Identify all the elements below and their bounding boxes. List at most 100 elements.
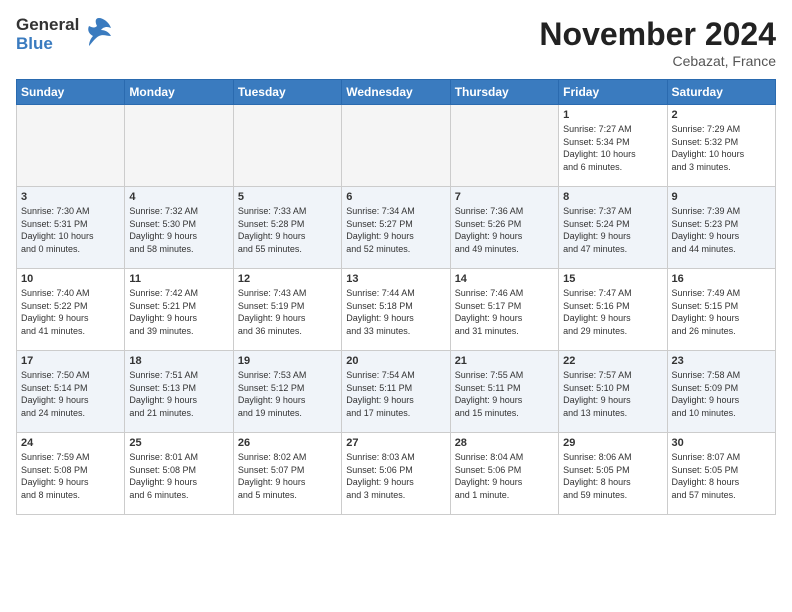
day-number: 13	[346, 273, 445, 285]
day-info: Sunrise: 7:46 AM Sunset: 5:17 PM Dayligh…	[455, 287, 554, 337]
day-number: 27	[346, 437, 445, 449]
day-info: Sunrise: 8:06 AM Sunset: 5:05 PM Dayligh…	[563, 451, 662, 501]
day-info: Sunrise: 7:49 AM Sunset: 5:15 PM Dayligh…	[672, 287, 771, 337]
calendar-cell: 14 Sunrise: 7:46 AM Sunset: 5:17 PM Dayli…	[450, 269, 558, 351]
calendar-cell: 21 Sunrise: 7:55 AM Sunset: 5:11 PM Dayli…	[450, 351, 558, 433]
day-info: Sunrise: 7:43 AM Sunset: 5:19 PM Dayligh…	[238, 287, 337, 337]
day-number: 15	[563, 273, 662, 285]
day-number: 10	[21, 273, 120, 285]
day-info: Sunrise: 8:03 AM Sunset: 5:06 PM Dayligh…	[346, 451, 445, 501]
calendar-cell: 26Sunrise: 8:02 AM Sunset: 5:07 PM Dayli…	[233, 433, 341, 515]
calendar-cell: 3 Sunrise: 7:30 AM Sunset: 5:31 PM Daylig…	[17, 187, 125, 269]
day-number: 19	[238, 355, 337, 367]
day-number: 29	[563, 437, 662, 449]
calendar-cell: 29 Sunrise: 8:06 AM Sunset: 5:05 PM Dayli…	[559, 433, 667, 515]
calendar-week-0: 1Sunrise: 7:27 AM Sunset: 5:34 PM Daylig…	[17, 105, 776, 187]
day-number: 21	[455, 355, 554, 367]
day-number: 23	[672, 355, 771, 367]
day-info: Sunrise: 7:34 AM Sunset: 5:27 PM Dayligh…	[346, 205, 445, 255]
calendar-cell: 28Sunrise: 8:04 AM Sunset: 5:06 PM Dayli…	[450, 433, 558, 515]
calendar-cell: 6 Sunrise: 7:34 AM Sunset: 5:27 PM Daylig…	[342, 187, 450, 269]
calendar-body: 1Sunrise: 7:27 AM Sunset: 5:34 PM Daylig…	[17, 105, 776, 515]
calendar-cell: 13 Sunrise: 7:44 AM Sunset: 5:18 PM Dayli…	[342, 269, 450, 351]
calendar-cell: 30Sunrise: 8:07 AM Sunset: 5:05 PM Dayli…	[667, 433, 775, 515]
logo: General Blue	[16, 16, 113, 53]
day-info: Sunrise: 7:36 AM Sunset: 5:26 PM Dayligh…	[455, 205, 554, 255]
col-wednesday: Wednesday	[342, 80, 450, 105]
day-info: Sunrise: 7:37 AM Sunset: 5:24 PM Dayligh…	[563, 205, 662, 255]
calendar-cell: 17 Sunrise: 7:50 AM Sunset: 5:14 PM Dayli…	[17, 351, 125, 433]
calendar-cell: 11Sunrise: 7:42 AM Sunset: 5:21 PM Dayli…	[125, 269, 233, 351]
day-info: Sunrise: 7:59 AM Sunset: 5:08 PM Dayligh…	[21, 451, 120, 501]
calendar-cell: 24 Sunrise: 7:59 AM Sunset: 5:08 PM Dayli…	[17, 433, 125, 515]
calendar-cell: 9Sunrise: 7:39 AM Sunset: 5:23 PM Daylig…	[667, 187, 775, 269]
calendar-cell	[233, 105, 341, 187]
calendar-table: Sunday Monday Tuesday Wednesday Thursday…	[16, 79, 776, 515]
calendar-cell	[125, 105, 233, 187]
col-saturday: Saturday	[667, 80, 775, 105]
day-info: Sunrise: 7:55 AM Sunset: 5:11 PM Dayligh…	[455, 369, 554, 419]
calendar-cell: 12 Sunrise: 7:43 AM Sunset: 5:19 PM Dayli…	[233, 269, 341, 351]
day-info: Sunrise: 7:44 AM Sunset: 5:18 PM Dayligh…	[346, 287, 445, 337]
day-info: Sunrise: 7:53 AM Sunset: 5:12 PM Dayligh…	[238, 369, 337, 419]
calendar-week-2: 10 Sunrise: 7:40 AM Sunset: 5:22 PM Dayli…	[17, 269, 776, 351]
logo-bird-icon	[85, 16, 113, 53]
calendar-cell: 7 Sunrise: 7:36 AM Sunset: 5:26 PM Daylig…	[450, 187, 558, 269]
calendar-cell: 27 Sunrise: 8:03 AM Sunset: 5:06 PM Dayli…	[342, 433, 450, 515]
day-number: 17	[21, 355, 120, 367]
day-info: Sunrise: 7:27 AM Sunset: 5:34 PM Dayligh…	[563, 123, 662, 173]
day-info: Sunrise: 7:30 AM Sunset: 5:31 PM Dayligh…	[21, 205, 120, 255]
day-number: 12	[238, 273, 337, 285]
calendar-cell: 10 Sunrise: 7:40 AM Sunset: 5:22 PM Dayli…	[17, 269, 125, 351]
calendar-cell: 4 Sunrise: 7:32 AM Sunset: 5:30 PM Daylig…	[125, 187, 233, 269]
calendar-cell: 5Sunrise: 7:33 AM Sunset: 5:28 PM Daylig…	[233, 187, 341, 269]
calendar-week-3: 17 Sunrise: 7:50 AM Sunset: 5:14 PM Dayli…	[17, 351, 776, 433]
day-info: Sunrise: 7:50 AM Sunset: 5:14 PM Dayligh…	[21, 369, 120, 419]
day-number: 24	[21, 437, 120, 449]
col-tuesday: Tuesday	[233, 80, 341, 105]
calendar-cell: 16Sunrise: 7:49 AM Sunset: 5:15 PM Dayli…	[667, 269, 775, 351]
day-info: Sunrise: 7:51 AM Sunset: 5:13 PM Dayligh…	[129, 369, 228, 419]
logo-blue: Blue	[16, 35, 79, 54]
day-number: 26	[238, 437, 337, 449]
day-info: Sunrise: 7:33 AM Sunset: 5:28 PM Dayligh…	[238, 205, 337, 255]
col-sunday: Sunday	[17, 80, 125, 105]
logo-general: General	[16, 16, 79, 35]
day-number: 8	[563, 191, 662, 203]
header: General Blue November 2024 Cebazat, Fran…	[16, 16, 776, 69]
calendar-cell: 23 Sunrise: 7:58 AM Sunset: 5:09 PM Dayli…	[667, 351, 775, 433]
day-info: Sunrise: 7:58 AM Sunset: 5:09 PM Dayligh…	[672, 369, 771, 419]
month-title: November 2024	[539, 16, 776, 53]
calendar-cell: 8 Sunrise: 7:37 AM Sunset: 5:24 PM Daylig…	[559, 187, 667, 269]
day-info: Sunrise: 7:39 AM Sunset: 5:23 PM Dayligh…	[672, 205, 771, 255]
day-number: 2	[672, 109, 771, 121]
day-info: Sunrise: 7:32 AM Sunset: 5:30 PM Dayligh…	[129, 205, 228, 255]
day-number: 3	[21, 191, 120, 203]
day-number: 7	[455, 191, 554, 203]
calendar-week-4: 24 Sunrise: 7:59 AM Sunset: 5:08 PM Dayli…	[17, 433, 776, 515]
day-info: Sunrise: 7:29 AM Sunset: 5:32 PM Dayligh…	[672, 123, 771, 173]
day-number: 20	[346, 355, 445, 367]
day-info: Sunrise: 7:42 AM Sunset: 5:21 PM Dayligh…	[129, 287, 228, 337]
calendar-cell	[342, 105, 450, 187]
col-friday: Friday	[559, 80, 667, 105]
calendar-cell	[17, 105, 125, 187]
day-number: 14	[455, 273, 554, 285]
day-number: 22	[563, 355, 662, 367]
day-info: Sunrise: 8:01 AM Sunset: 5:08 PM Dayligh…	[129, 451, 228, 501]
day-number: 6	[346, 191, 445, 203]
day-info: Sunrise: 8:04 AM Sunset: 5:06 PM Dayligh…	[455, 451, 554, 501]
calendar-week-1: 3 Sunrise: 7:30 AM Sunset: 5:31 PM Daylig…	[17, 187, 776, 269]
calendar-cell: 15Sunrise: 7:47 AM Sunset: 5:16 PM Dayli…	[559, 269, 667, 351]
day-number: 4	[129, 191, 228, 203]
calendar-cell: 18 Sunrise: 7:51 AM Sunset: 5:13 PM Dayli…	[125, 351, 233, 433]
day-number: 18	[129, 355, 228, 367]
logo-icon: General Blue	[16, 16, 79, 53]
day-info: Sunrise: 7:57 AM Sunset: 5:10 PM Dayligh…	[563, 369, 662, 419]
calendar-cell	[450, 105, 558, 187]
col-thursday: Thursday	[450, 80, 558, 105]
location: Cebazat, France	[539, 53, 776, 69]
day-info: Sunrise: 7:40 AM Sunset: 5:22 PM Dayligh…	[21, 287, 120, 337]
day-number: 25	[129, 437, 228, 449]
calendar-cell: 22 Sunrise: 7:57 AM Sunset: 5:10 PM Dayli…	[559, 351, 667, 433]
